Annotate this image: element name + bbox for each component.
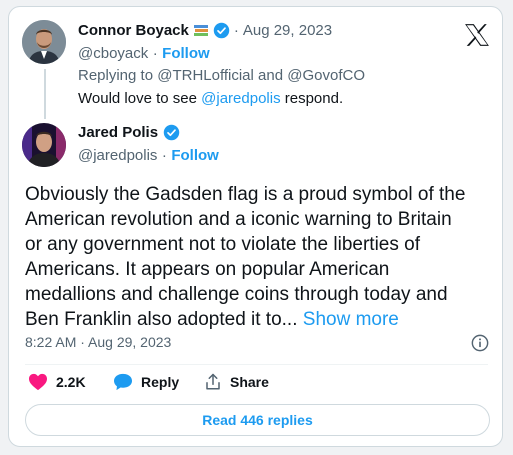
dot-separator: · [161,147,167,164]
reply-text-after: respond. [284,90,344,107]
connor-handle-row: @cboyack · Follow [78,45,210,63]
thread-line [44,69,46,119]
author-name[interactable]: Jared Polis [78,124,158,141]
info-icon[interactable] [471,334,489,352]
jared-handle-row: @jaredpolis · Follow [78,147,219,165]
author-name[interactable]: Connor Boyack [78,22,189,39]
jared-avatar[interactable] [22,123,66,167]
jared-header: Jared Polis [78,124,180,141]
read-replies-button[interactable]: Read 446 replies [25,404,490,436]
replying-user[interactable]: @TRHLofficial [157,67,254,84]
like-count: 2.2K [56,374,86,390]
reply-bubble-icon [114,373,132,391]
follow-button[interactable]: Follow [171,147,219,164]
follow-button[interactable]: Follow [162,45,210,62]
share-icon [206,373,220,390]
show-more-link[interactable]: Show more [303,309,399,330]
tweet-line: Ben Franklin also adopted it to... [25,309,298,330]
books-emoji-icon [193,23,209,39]
tweet-line: or any government not to violate the lib… [25,234,421,255]
author-handle[interactable]: @cboyack [78,45,148,62]
tweet-timestamp[interactable]: 8:22 AM · Aug 29, 2023 [25,334,171,350]
dot-separator: · [233,22,239,39]
share-action[interactable]: Share [204,373,269,391]
replying-prefix: Replying to [78,67,154,84]
heart-icon [29,373,47,391]
connor-header: Connor Boyack · Aug 29, 2023 [78,22,332,39]
like-action[interactable]: 2.2K [28,373,86,391]
tweet-line: Obviously the Gadsden flag is a proud sy… [25,184,466,205]
dot-separator: · [152,45,158,62]
reply-label: Reply [141,374,180,390]
mention-link[interactable]: @jaredpolis [201,90,280,107]
author-handle[interactable]: @jaredpolis [78,147,157,164]
verified-badge-icon [163,124,180,141]
x-logo-icon[interactable] [464,23,490,47]
divider [25,364,488,365]
reply-text: Would love to see @jaredpolis respond. [78,90,343,107]
replying-joiner: and [258,67,284,84]
tweet-last-line: Ben Franklin also adopted it to... Show … [25,307,495,332]
replying-user[interactable]: @GovofCO [287,67,365,84]
connor-avatar[interactable] [22,20,66,64]
tweet-line: Americans. It appears on popular America… [25,259,390,280]
share-label: Share [230,374,269,390]
embedded-tweet-card: Connor Boyack · Aug 29, 2023 @cboyack · … [8,6,503,447]
reply-action[interactable]: Reply [113,373,179,391]
tweet-body: Obviously the Gadsden flag is a proud sy… [25,182,495,332]
verified-badge-icon [213,22,230,39]
tweet-line: medallions and challenge coins through t… [25,284,448,305]
tweet-date[interactable]: Aug 29, 2023 [243,22,332,39]
tweet-line: American revolution and a iconic warning… [25,209,452,230]
reply-text-before: Would love to see [78,90,197,107]
replying-to-line: Replying to @TRHLofficial and @GovofCO [78,67,365,84]
